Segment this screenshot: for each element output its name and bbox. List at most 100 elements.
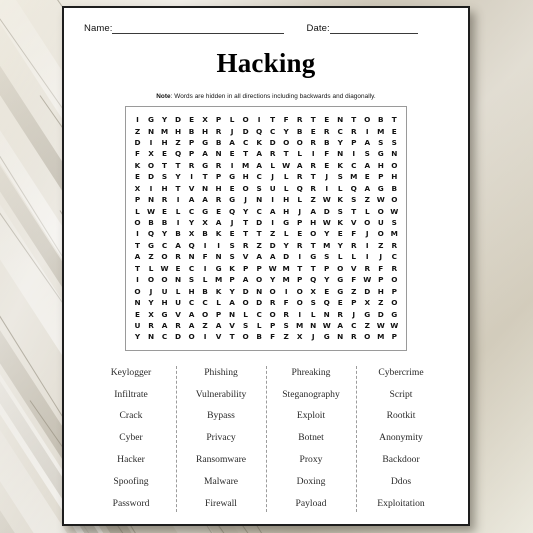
grid-cell[interactable]: O xyxy=(239,184,252,192)
grid-cell[interactable]: A xyxy=(253,162,266,170)
grid-cell[interactable]: R xyxy=(347,333,360,341)
grid-cell[interactable]: H xyxy=(307,219,320,227)
grid-cell[interactable]: W xyxy=(145,207,158,215)
grid-cell[interactable]: K xyxy=(253,139,266,147)
grid-cell[interactable]: G xyxy=(388,310,401,318)
grid-cell[interactable]: K xyxy=(212,287,225,295)
grid-cell[interactable]: A xyxy=(266,207,279,215)
grid-cell[interactable]: H xyxy=(388,173,401,181)
grid-cell[interactable]: Z xyxy=(199,322,212,330)
grid-cell[interactable]: N xyxy=(212,253,225,261)
grid-cell[interactable]: J xyxy=(374,253,387,261)
grid-cell[interactable]: Y xyxy=(334,139,347,147)
grid-cell[interactable]: I xyxy=(266,219,279,227)
grid-cell[interactable]: K xyxy=(334,219,347,227)
grid-cell[interactable]: W xyxy=(374,196,387,204)
grid-cell[interactable]: C xyxy=(253,310,266,318)
grid-cell[interactable]: Q xyxy=(347,184,360,192)
grid-cell[interactable]: O xyxy=(266,310,279,318)
grid-cell[interactable]: T xyxy=(307,242,320,250)
word-list-item[interactable]: Rootkit xyxy=(387,405,416,427)
grid-cell[interactable]: G xyxy=(307,253,320,261)
grid-cell[interactable]: P xyxy=(293,219,306,227)
grid-cell[interactable]: S xyxy=(158,173,171,181)
grid-cell[interactable]: I xyxy=(131,276,144,284)
grid-cell[interactable]: A xyxy=(361,184,374,192)
grid-cell[interactable]: W xyxy=(374,322,387,330)
date-input-line[interactable] xyxy=(329,25,418,34)
grid-cell[interactable]: D xyxy=(266,139,279,147)
grid-cell[interactable]: E xyxy=(334,230,347,238)
grid-cell[interactable]: M xyxy=(293,322,306,330)
grid-cell[interactable]: K xyxy=(334,196,347,204)
grid-cell[interactable]: E xyxy=(293,230,306,238)
grid-cell[interactable]: J xyxy=(347,310,360,318)
grid-cell[interactable]: D xyxy=(172,333,185,341)
word-list-item[interactable]: Spoofing xyxy=(113,471,148,493)
grid-cell[interactable]: Y xyxy=(158,230,171,238)
grid-cell[interactable]: Z xyxy=(361,322,374,330)
grid-cell[interactable]: O xyxy=(239,333,252,341)
grid-cell[interactable]: A xyxy=(199,150,212,158)
grid-cell[interactable]: L xyxy=(280,173,293,181)
grid-cell[interactable]: B xyxy=(185,127,198,135)
grid-cell[interactable]: E xyxy=(307,127,320,135)
grid-cell[interactable]: E xyxy=(185,116,198,124)
grid-cell[interactable]: N xyxy=(145,333,158,341)
word-list-item[interactable]: Ransomware xyxy=(196,449,246,471)
grid-cell[interactable]: Y xyxy=(158,116,171,124)
grid-cell[interactable]: O xyxy=(293,139,306,147)
grid-cell[interactable]: Z xyxy=(374,242,387,250)
grid-cell[interactable]: A xyxy=(172,242,185,250)
word-list-item[interactable]: Exploitation xyxy=(377,492,424,514)
grid-cell[interactable]: P xyxy=(347,299,360,307)
grid-cell[interactable]: U xyxy=(266,184,279,192)
grid-cell[interactable]: F xyxy=(374,264,387,272)
grid-cell[interactable]: R xyxy=(212,162,225,170)
grid-cell[interactable]: T xyxy=(266,116,279,124)
word-list-item[interactable]: Privacy xyxy=(206,427,235,449)
grid-cell[interactable]: O xyxy=(361,219,374,227)
grid-cell[interactable]: E xyxy=(226,150,239,158)
word-list-item[interactable]: Infiltrate xyxy=(114,384,148,406)
grid-cell[interactable]: H xyxy=(239,173,252,181)
grid-cell[interactable]: E xyxy=(334,299,347,307)
grid-cell[interactable]: B xyxy=(293,127,306,135)
grid-cell[interactable]: X xyxy=(361,299,374,307)
grid-cell[interactable]: T xyxy=(307,173,320,181)
grid-cell[interactable]: Q xyxy=(320,299,333,307)
grid-cell[interactable]: R xyxy=(172,253,185,261)
grid-cell[interactable]: C xyxy=(199,299,212,307)
grid-cell[interactable]: T xyxy=(239,150,252,158)
grid-cell[interactable]: S xyxy=(320,253,333,261)
grid-cell[interactable]: T xyxy=(253,230,266,238)
grid-cell[interactable]: I xyxy=(253,116,266,124)
grid-cell[interactable]: S xyxy=(361,150,374,158)
grid-cell[interactable]: R xyxy=(293,242,306,250)
grid-cell[interactable]: R xyxy=(280,310,293,318)
grid-cell[interactable]: Q xyxy=(253,127,266,135)
grid-cell[interactable]: O xyxy=(334,264,347,272)
grid-cell[interactable]: N xyxy=(320,310,333,318)
grid-cell[interactable]: A xyxy=(239,276,252,284)
grid-cell[interactable]: I xyxy=(307,150,320,158)
grid-cell[interactable]: N xyxy=(226,310,239,318)
grid-cell[interactable]: P xyxy=(320,264,333,272)
grid-cell[interactable]: Y xyxy=(320,276,333,284)
grid-cell[interactable]: Z xyxy=(145,253,158,261)
grid-cell[interactable]: D xyxy=(239,127,252,135)
grid-cell[interactable]: J xyxy=(361,230,374,238)
grid-cell[interactable]: B xyxy=(253,333,266,341)
grid-cell[interactable]: C xyxy=(185,299,198,307)
grid-cell[interactable]: D xyxy=(131,139,144,147)
grid-cell[interactable]: P xyxy=(293,276,306,284)
grid-cell[interactable]: A xyxy=(334,322,347,330)
grid-cell[interactable]: B xyxy=(212,139,225,147)
grid-cell[interactable]: N xyxy=(334,116,347,124)
grid-cell[interactable]: T xyxy=(158,162,171,170)
grid-cell[interactable]: H xyxy=(158,139,171,147)
grid-cell[interactable]: F xyxy=(266,333,279,341)
grid-cell[interactable]: F xyxy=(347,276,360,284)
grid-cell[interactable]: B xyxy=(388,184,401,192)
grid-cell[interactable]: B xyxy=(158,219,171,227)
